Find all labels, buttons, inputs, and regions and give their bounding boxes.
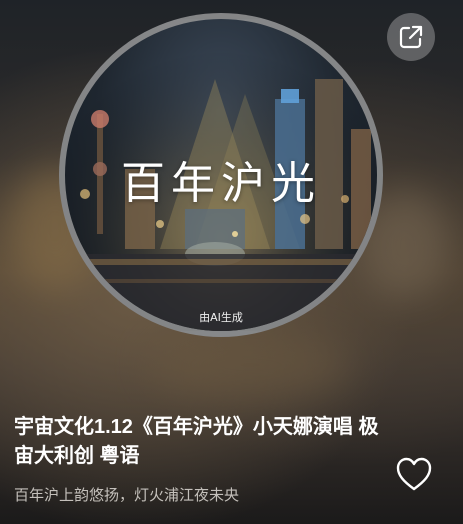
share-icon bbox=[399, 25, 423, 49]
heart-icon bbox=[396, 457, 432, 491]
background-blur bbox=[150, 330, 350, 400]
cover-title: 百年沪光 bbox=[121, 158, 321, 209]
like-button[interactable] bbox=[395, 456, 433, 492]
song-title[interactable]: 宇宙文化1.12《百年沪光》小天娜演唱 极宙大利创 粤语 bbox=[14, 413, 394, 471]
ai-generated-label: 由AI生成 bbox=[199, 311, 243, 324]
share-button[interactable] bbox=[387, 13, 435, 61]
song-subtitle: 百年沪上韵悠扬，灯火浦江夜未央 bbox=[14, 487, 240, 504]
song-card: 百年沪光 由AI生成 宇宙文化1.12《百年沪光》小天娜演唱 极宙大利创 粤语 … bbox=[0, 0, 463, 524]
album-cover[interactable]: 百年沪光 由AI生成 bbox=[59, 13, 383, 337]
